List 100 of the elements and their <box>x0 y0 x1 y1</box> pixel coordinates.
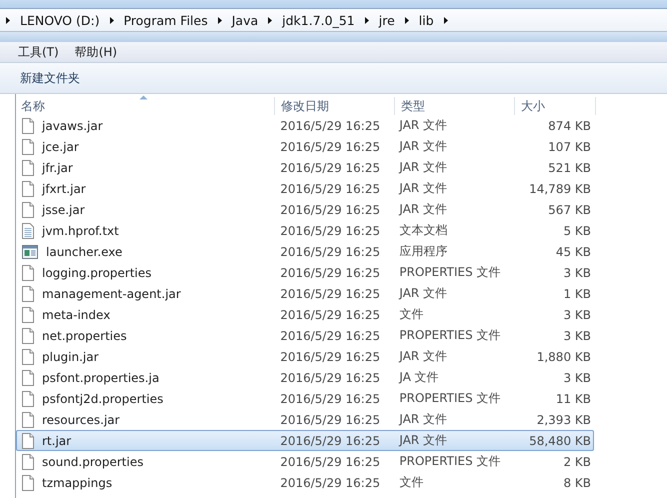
table-cell: 1,880 KB <box>536 350 591 364</box>
breadcrumb-item[interactable]: jre <box>378 12 395 28</box>
table-cell: 2 KB <box>563 454 591 468</box>
table-cell: 58,480 KB <box>529 434 591 448</box>
menu-item[interactable]: 帮助(H) <box>74 44 118 60</box>
table-cell: 应用程序 <box>399 243 448 260</box>
text-file-icon <box>22 222 34 238</box>
file-name[interactable]: javaws.jar <box>42 118 103 132</box>
table-cell: 874 KB <box>548 118 591 132</box>
chevron-icon <box>108 16 115 24</box>
breadcrumb-item[interactable]: lib <box>418 12 434 28</box>
chevron-icon <box>442 16 449 24</box>
table-cell: 3 KB <box>563 370 591 384</box>
table-cell: JAR 文件 <box>399 159 448 176</box>
file-name[interactable]: jce.jar <box>42 140 79 154</box>
table-cell: JAR 文件 <box>399 180 448 197</box>
table-cell: PROPERTIES 文件 <box>399 453 501 470</box>
table-cell: 文件 <box>399 474 424 491</box>
file-name[interactable]: rt.jar <box>42 434 72 448</box>
table-cell: 2016/5/29 16:25 <box>280 224 380 238</box>
table-cell: 2016/5/29 16:25 <box>280 454 380 468</box>
breadcrumb-item[interactable]: Program Files <box>124 12 208 28</box>
file-icon <box>22 454 34 470</box>
file-name[interactable]: jfr.jar <box>42 160 73 174</box>
file-icon <box>22 328 34 344</box>
table-cell: JAR 文件 <box>399 432 448 449</box>
file-name[interactable]: jfxrt.jar <box>42 182 86 196</box>
file-icon <box>22 412 34 428</box>
breadcrumb-item[interactable]: LENOVO (D:) <box>20 12 100 28</box>
table-cell: 107 KB <box>548 140 591 154</box>
table-cell: PROPERTIES 文件 <box>399 390 501 407</box>
application-icon <box>22 244 38 260</box>
chevron-icon <box>5 16 11 24</box>
file-name[interactable]: sound.properties <box>42 454 144 468</box>
column-header[interactable]: 大小 <box>515 97 596 115</box>
column-header[interactable]: 名称 <box>16 97 275 115</box>
file-name[interactable]: management-agent.jar <box>42 286 181 300</box>
file-icon <box>22 160 34 176</box>
file-name[interactable]: resources.jar <box>42 412 120 426</box>
table-cell: JAR 文件 <box>399 138 448 155</box>
file-icon <box>22 348 34 364</box>
table-cell: 2016/5/29 16:25 <box>280 370 380 384</box>
table-cell: 2016/5/29 16:25 <box>280 350 380 364</box>
table-cell: 2016/5/29 16:25 <box>280 244 380 258</box>
file-icon <box>22 432 34 448</box>
table-cell: 1 KB <box>563 286 591 300</box>
table-cell: 3 KB <box>563 308 591 322</box>
file-name[interactable]: logging.properties <box>42 266 152 280</box>
table-cell: JAR 文件 <box>399 285 448 302</box>
breadcrumb-item[interactable]: jdk1.7.0_51 <box>282 12 355 28</box>
table-cell: 8 KB <box>563 476 591 490</box>
table-cell: 2016/5/29 16:25 <box>280 286 380 300</box>
file-icon <box>22 474 34 490</box>
table-cell: 2016/5/29 16:25 <box>280 118 380 132</box>
table-cell: 2016/5/29 16:25 <box>280 308 380 322</box>
file-name[interactable]: psfontj2d.properties <box>42 392 164 406</box>
table-cell: 2016/5/29 16:25 <box>280 266 380 280</box>
table-cell: 45 KB <box>556 244 591 258</box>
chevron-icon <box>404 16 410 24</box>
chevron-icon <box>267 16 274 24</box>
table-cell: 文本文档 <box>399 222 448 239</box>
table-cell: 3 KB <box>563 266 591 280</box>
table-cell: 567 KB <box>548 202 591 216</box>
file-name[interactable]: net.properties <box>42 328 127 342</box>
selected-row[interactable]: rt.jar 2016/5/29 16:25 JAR 文件 58,480 KB <box>16 430 594 451</box>
table-cell: 2016/5/29 16:25 <box>280 182 380 196</box>
file-name[interactable]: jsse.jar <box>42 202 85 216</box>
file-name[interactable]: psfont.properties.ja <box>42 370 160 384</box>
table-cell: 2016/5/29 16:25 <box>280 434 380 448</box>
table-cell: JA 文件 <box>399 369 439 386</box>
table-cell: 2,393 KB <box>536 412 591 426</box>
table-cell: JAR 文件 <box>399 201 448 218</box>
file-icon <box>22 390 34 406</box>
file-icon <box>22 306 34 322</box>
file-name[interactable]: meta-index <box>42 308 110 322</box>
menu-item[interactable]: 工具(T) <box>18 44 59 60</box>
file-name[interactable]: launcher.exe <box>46 244 122 258</box>
column-header[interactable]: 类型 <box>395 97 515 115</box>
table-cell: 14,789 KB <box>529 182 591 196</box>
table-cell: 2016/5/29 16:25 <box>280 476 380 490</box>
file-icon <box>22 180 34 196</box>
file-icon <box>22 118 34 134</box>
table-cell: 5 KB <box>563 224 591 238</box>
column-header[interactable]: 修改日期 <box>275 97 395 115</box>
table-cell: 2016/5/29 16:25 <box>280 412 380 426</box>
file-icon <box>22 286 34 302</box>
file-name[interactable]: plugin.jar <box>42 350 99 364</box>
file-name[interactable]: tzmappings <box>42 476 112 490</box>
table-cell: 2016/5/29 16:25 <box>280 140 380 154</box>
table-cell: PROPERTIES 文件 <box>399 264 501 281</box>
toolbar-button[interactable]: 新建文件夹 <box>14 66 86 90</box>
chevron-icon <box>216 16 223 24</box>
table-cell: JAR 文件 <box>399 117 448 134</box>
file-icon <box>22 370 34 386</box>
table-cell: 521 KB <box>548 160 591 174</box>
table-cell: 文件 <box>399 306 424 323</box>
table-cell: 2016/5/29 16:25 <box>280 160 380 174</box>
breadcrumb-item[interactable]: Java <box>232 12 258 28</box>
table-cell: PROPERTIES 文件 <box>399 327 501 344</box>
file-name[interactable]: jvm.hprof.txt <box>42 224 119 238</box>
